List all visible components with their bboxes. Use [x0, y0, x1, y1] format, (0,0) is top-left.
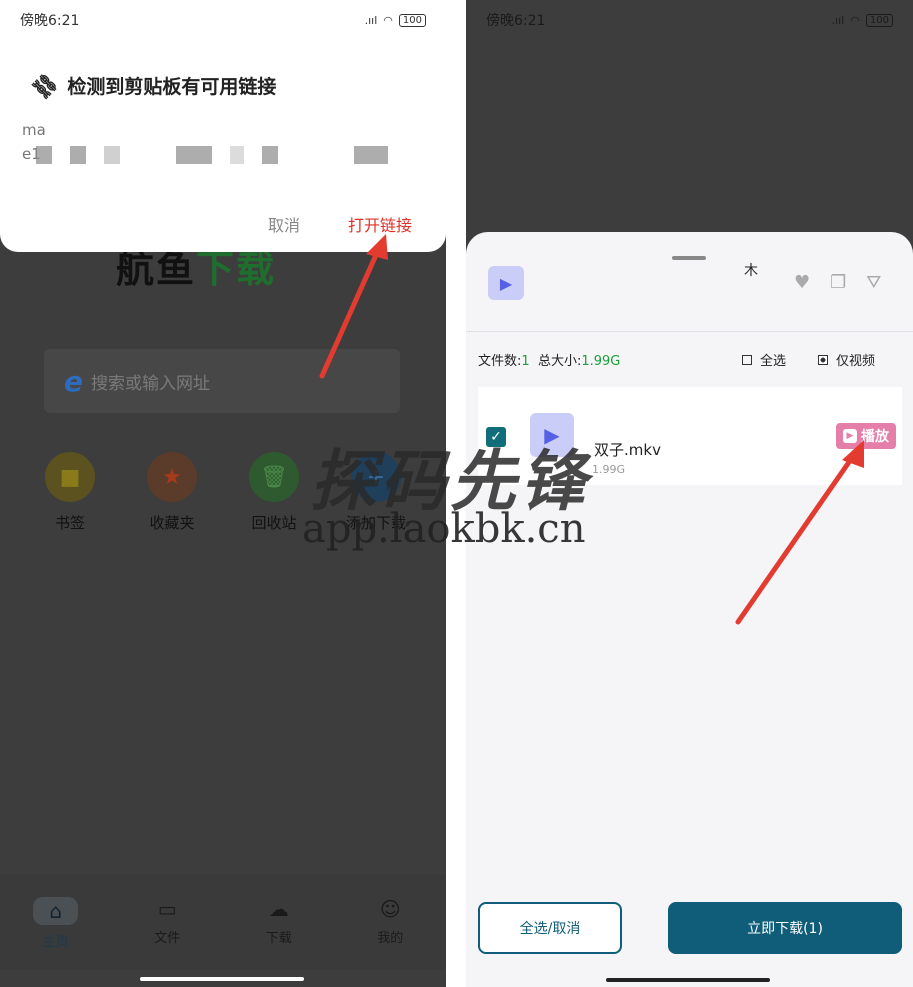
play-icon: ▶	[843, 429, 857, 443]
nav-label: 主页	[42, 935, 69, 950]
header-actions: ♥ ❐ ⛛	[794, 272, 881, 293]
download-now-button[interactable]: 立即下载(1)	[668, 902, 902, 954]
play-button[interactable]: ▶ 播放	[836, 423, 896, 449]
video-only-label: 仅视频	[836, 354, 876, 369]
dialog-title: ⛓ 检测到剪贴板有可用链接	[27, 68, 277, 103]
bottom-nav: ⌂ 主页 ▭ 文件 ☁ 下载 ☺ 我的	[0, 875, 446, 970]
wifi-icon: ◠	[383, 13, 393, 27]
wifi-icon: ◠	[850, 13, 860, 27]
signal-icon: .ııl	[831, 13, 845, 27]
sheet-handle[interactable]	[672, 256, 706, 260]
video-icon: ▶	[488, 266, 524, 300]
file-count: 1	[521, 354, 530, 369]
checkbox-icon	[742, 354, 752, 365]
select-toggle-button[interactable]: 全选/取消	[478, 902, 622, 954]
status-icons: .ııl ◠ 100	[831, 13, 893, 27]
nav-files[interactable]: ▭ 文件	[132, 897, 202, 946]
status-time: 傍晚6:21	[20, 13, 80, 29]
watermark-url: app.laokbk.cn	[302, 506, 586, 552]
folder-icon: ▭	[157, 897, 177, 921]
nav-home[interactable]: ⌂ 主页	[21, 897, 91, 950]
file-size: 1.99G	[592, 463, 626, 476]
count-label: 文件数:	[478, 354, 522, 369]
logo-part2: 下载	[196, 247, 277, 291]
quick-favorites[interactable]: ★ 收藏夹	[122, 452, 222, 533]
bookmark-icon: ■	[45, 452, 95, 502]
nav-label: 文件	[154, 931, 181, 946]
download-sheet: ▶ 木 ♥ ❐ ⛛ 文件数:1 总大小:1.99G 全选 仅视频 ✓ ▶ 双子.…	[466, 232, 913, 987]
status-icons: .ııl ◠ 100	[364, 13, 426, 27]
filter-icon[interactable]: ⛛	[866, 272, 881, 293]
star-icon: ★	[147, 452, 197, 502]
cloud-download-icon: ☁	[268, 897, 289, 921]
battery-icon: 100	[398, 13, 426, 27]
status-time: 傍晚6:21	[486, 13, 546, 29]
sheet-title: 木	[744, 262, 758, 280]
cancel-button[interactable]: 取消	[268, 212, 300, 236]
total-size: 1.99G	[581, 354, 621, 369]
dialog-title-text: 检测到剪贴板有可用链接	[67, 76, 277, 98]
sheet-title-line1: 木	[744, 263, 758, 279]
nav-label: 我的	[377, 931, 404, 946]
copy-icon[interactable]: ❐	[830, 272, 846, 293]
url-line1: ma	[22, 121, 46, 139]
checkbox-checked-icon	[818, 354, 828, 365]
search-bar[interactable]: e 搜索或输入网址	[44, 349, 400, 413]
nav-profile[interactable]: ☺ 我的	[355, 897, 425, 946]
trash-icon: 🗑	[249, 452, 299, 502]
signal-icon: .ııl	[364, 13, 378, 27]
link-icon: ⛓	[27, 68, 63, 103]
search-placeholder: 搜索或输入网址	[91, 373, 210, 394]
heart-icon[interactable]: ♥	[794, 272, 810, 293]
select-all-checkbox[interactable]: 全选	[742, 350, 786, 369]
logo-part1: 航鱼	[116, 247, 197, 291]
nav-downloads[interactable]: ☁ 下载	[244, 897, 314, 946]
home-indicator[interactable]	[606, 978, 770, 982]
size-label: 总大小:	[537, 354, 582, 369]
quick-label: 书签	[54, 514, 85, 532]
ie-icon: e	[64, 364, 83, 398]
quick-label: 回收站	[251, 514, 297, 532]
blurred-url	[36, 146, 388, 164]
status-bar: 傍晚6:21 .ııl ◠ 100	[20, 10, 426, 30]
quick-bookmark[interactable]: ■ 书签	[20, 452, 120, 533]
quick-label: 收藏夹	[149, 514, 195, 532]
open-link-button[interactable]: 打开链接	[348, 212, 412, 236]
profile-icon: ☺	[379, 897, 401, 921]
clipboard-dialog: 傍晚6:21 .ııl ◠ 100 ⛓ 检测到剪贴板有可用链接 ma e1 取消…	[0, 0, 446, 252]
nav-label: 下载	[265, 931, 292, 946]
battery-icon: 100	[865, 13, 893, 27]
status-bar: 傍晚6:21 .ııl ◠ 100	[486, 10, 893, 30]
play-label: 播放	[861, 429, 889, 445]
file-name: 双子.mkv	[594, 441, 661, 459]
home-indicator[interactable]	[140, 977, 304, 981]
home-icon: ⌂	[33, 897, 79, 925]
select-all-label: 全选	[760, 354, 787, 369]
video-only-checkbox[interactable]: 仅视频	[818, 350, 875, 369]
file-summary: 文件数:1 总大小:1.99G	[478, 350, 620, 369]
